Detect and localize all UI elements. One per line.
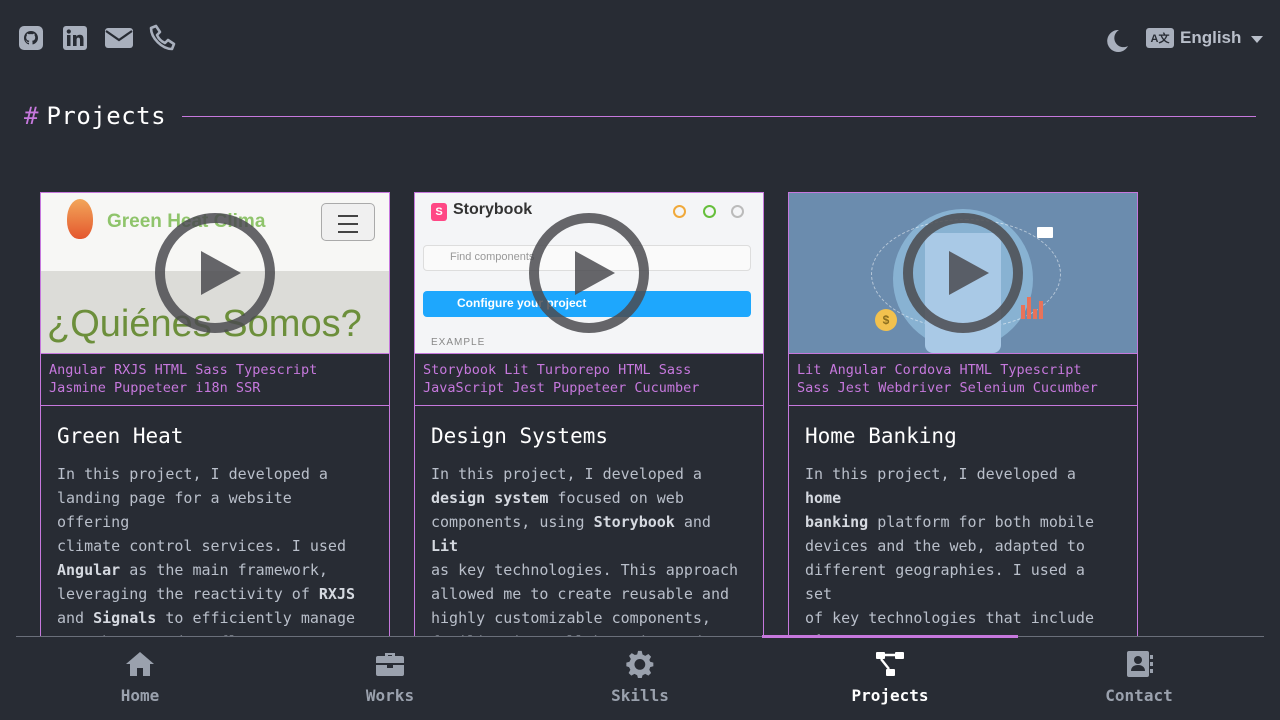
tech-tags: Storybook Lit Turborepo HTML Sass JavaSc… [415,353,763,406]
description-line: highly customizable components, [431,609,711,627]
section-hash: # [24,102,39,130]
description-line: of key technologies that include [805,609,1094,627]
project-thumbnail[interactable]: Green Heat Clima ¿Quiénes Somos? [41,193,389,353]
bottom-nav: Home Works Skills Projects Contact [0,635,1280,720]
github-icon[interactable] [16,22,46,54]
status-dot-icon [673,205,686,218]
nav-item-skills[interactable]: Skills [540,650,740,705]
nav-item-projects[interactable]: Projects [790,650,990,705]
tags-line: Lit Angular Cordova HTML Typescript [797,362,1082,378]
bar-chart-icon [1021,297,1045,319]
description-line: banking platform for both mobile [805,513,1094,531]
section-heading: # Projects [24,100,1256,132]
description-line: and Signals to efficiently manage [57,609,356,627]
description-line: design system focused on web [431,489,684,507]
close-icon [731,205,744,218]
description-line: allowed me to create reusable and [431,585,730,603]
nav-label: Home [120,686,160,705]
tags-line: Sass Jest Webdriver Selenium Cucumber [797,380,1098,396]
description-line: In this project, I developed a [431,465,702,483]
section-divider [182,115,1256,117]
linkedin-icon[interactable] [60,22,90,54]
coin-icon: $ [875,309,897,331]
tech-tags: Angular RXJS HTML Sass Typescript Jasmin… [41,353,389,406]
project-diagram-icon [876,652,904,676]
nav-item-home[interactable]: Home [40,650,240,705]
card-description: In this project, I developed a landing pa… [57,462,373,652]
hamburger-menu-icon [321,203,375,241]
nav-label: Projects [851,686,929,705]
description-line: climate control services. I used [57,537,346,555]
card-body: Green Heat In this project, I developed … [41,406,389,652]
storybook-logo-icon: S [431,203,447,221]
tags-line: Angular RXJS HTML Sass Typescript [49,362,318,378]
translate-icon: A文 [1146,28,1174,48]
play-icon[interactable] [903,213,1023,333]
description-line: as key technologies. This approach [431,561,739,579]
project-thumbnail[interactable]: $ [789,193,1137,353]
play-icon[interactable] [529,213,649,333]
tags-line: JavaScript Jest Puppeteer Cucumber [423,380,700,396]
nav-label: Skills [611,686,669,705]
card-title: Green Heat [57,424,184,448]
description-line: different geographies. I used a set [805,561,1085,603]
flame-logo-icon [67,199,93,239]
thumb-group: EXAMPLE [431,337,486,348]
project-card-design-systems[interactable]: S Storybook Find components Configure yo… [414,192,764,652]
description-line: components, using Storybook and Lit [431,513,711,555]
nav-item-works[interactable]: Works [290,650,490,705]
project-card-home-banking[interactable]: $ Lit Angular Cordova HTML Typescript Sa… [788,192,1138,652]
description-line: In this project, I developed a [57,465,328,483]
social-links [16,22,178,54]
card-description: In this project, I developed a design sys… [431,462,747,652]
project-thumbnail[interactable]: S Storybook Find components Configure yo… [415,193,763,353]
thumb-brand: Storybook [453,201,533,218]
language-label: English [1180,28,1242,47]
email-icon[interactable] [104,22,134,54]
home-icon [126,652,154,676]
description-line: leveraging the reactivity of RXJS [57,585,356,603]
nav-item-contact[interactable]: Contact [1039,650,1239,705]
project-card-green-heat[interactable]: Green Heat Clima ¿Quiénes Somos? Angular… [40,192,390,652]
status-dot-icon [703,205,716,218]
description-line: In this project, I developed a home [805,465,1076,507]
envelope-icon [1037,227,1053,238]
description-line: landing page for a website offering [57,489,292,531]
moon-icon[interactable] [1104,28,1130,54]
active-tab-indicator [762,635,1018,638]
card-body: Design Systems In this project, I develo… [415,406,763,652]
briefcase-icon [376,653,404,676]
tags-line: Jasmine Puppeteer i18n SSR [49,380,261,396]
project-cards: Green Heat Clima ¿Quiénes Somos? Angular… [40,192,1138,652]
chevron-down-icon [1251,36,1264,43]
card-body: Home Banking In this project, I develope… [789,406,1137,652]
gear-icon [626,650,654,678]
nav-label: Contact [1105,686,1173,705]
description-line: devices and the web, adapted to [805,537,1085,555]
top-bar: A文 English [0,0,1280,80]
phone-icon[interactable] [148,22,178,54]
card-title: Design Systems [431,424,609,448]
language-selector[interactable]: A文 English [1146,28,1264,48]
play-icon[interactable] [155,213,275,333]
contact-card-icon [1127,651,1153,677]
nav-divider [16,636,1264,637]
page-title: Projects [46,102,167,130]
tech-tags: Lit Angular Cordova HTML Typescript Sass… [789,353,1137,406]
nav-label: Works [365,686,415,705]
card-description: In this project, I developed a home banki… [805,462,1121,652]
card-title: Home Banking [805,424,957,448]
tags-line: Storybook Lit Turborepo HTML Sass [423,362,692,378]
description-line: Angular as the main framework, [57,561,328,579]
